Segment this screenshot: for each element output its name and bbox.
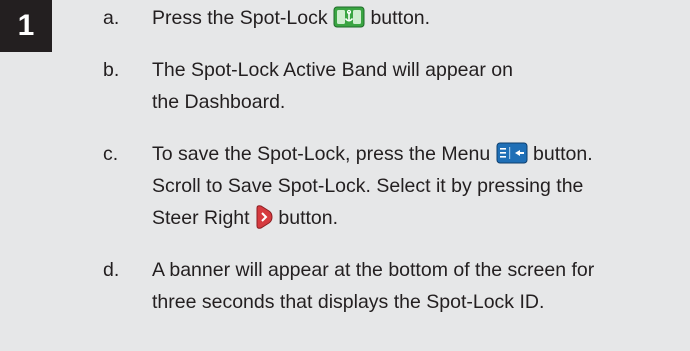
menu-button-icon xyxy=(496,142,528,164)
item-letter: b. xyxy=(103,59,120,81)
instruction-item-b: b. The Spot-Lock Active Band will appear… xyxy=(103,54,685,118)
item-letter: a. xyxy=(103,7,120,29)
item-text: The Spot-Lock Active Band will appear on… xyxy=(152,59,513,113)
instruction-item-a: a. Press the Spot-Lock button. xyxy=(103,2,685,34)
item-text: Press the Spot-Lock button. xyxy=(152,6,431,29)
item-text: A banner will appear at the bottom of th… xyxy=(152,259,595,313)
instruction-item-c: c. To save the Spot-Lock, press the Menu… xyxy=(103,138,685,234)
item-text: To save the Spot-Lock, press the Menu bu… xyxy=(152,142,593,230)
instruction-list: a. Press the Spot-Lock button. b. The Sp… xyxy=(103,2,685,338)
spot-lock-button-icon xyxy=(333,6,365,28)
step-number-badge: 1 xyxy=(0,0,52,52)
item-letter: d. xyxy=(103,259,120,281)
instruction-item-d: d. A banner will appear at the bottom of… xyxy=(103,254,685,318)
steer-right-button-icon xyxy=(255,204,273,230)
item-letter: c. xyxy=(103,143,119,165)
